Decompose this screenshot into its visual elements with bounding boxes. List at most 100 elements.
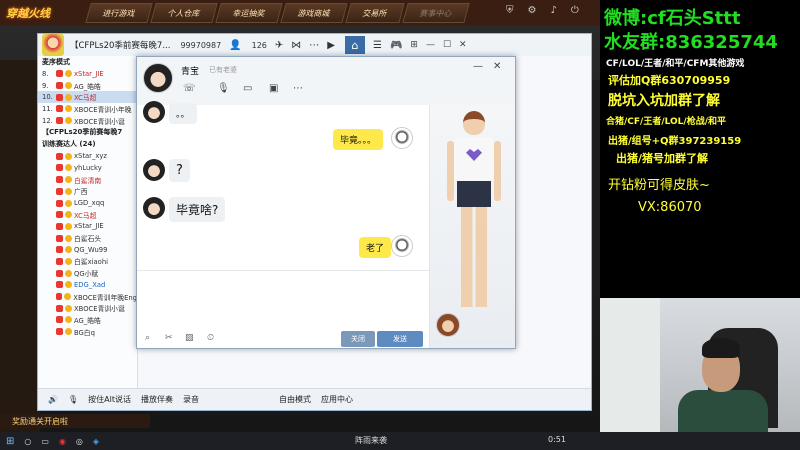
- member-name: xStar_xyz: [74, 152, 107, 161]
- member-row[interactable]: AG_皓皓: [38, 314, 137, 326]
- bottom-item-app-center[interactable]: 应用中心: [321, 394, 353, 405]
- member-row[interactable]: xStar_xyz: [38, 150, 137, 162]
- game-nav-lottery[interactable]: 幸运抽奖: [215, 3, 283, 23]
- clock-icon[interactable]: ⏲: [207, 333, 214, 343]
- member-row[interactable]: 广西: [38, 186, 137, 198]
- member-group-header[interactable]: 【CFPLs20季前赛每晚7: [38, 126, 137, 138]
- folder-icon[interactable]: ▭: [243, 83, 252, 94]
- member-row[interactable]: 8. xStar_JIE: [38, 68, 137, 80]
- shield-icon[interactable]: ⛨: [506, 5, 514, 16]
- member-row[interactable]: xStar_JIE: [38, 221, 137, 233]
- level-badge-icon: [65, 117, 72, 125]
- game-nav-mall[interactable]: 游戏商城: [280, 3, 348, 23]
- member-row[interactable]: 白鲨清南: [38, 174, 137, 186]
- mini-avatar[interactable]: [436, 313, 460, 337]
- level-badge-icon: [65, 269, 72, 277]
- weather-text[interactable]: 阵雨来袭: [355, 435, 387, 446]
- video-icon[interactable]: ▶: [327, 40, 335, 51]
- member-row[interactable]: 白鲨xiaohi: [38, 256, 137, 268]
- minimize-icon[interactable]: —: [473, 61, 483, 72]
- member-name: XC马超: [74, 94, 97, 103]
- member-row[interactable]: QG小赋: [38, 267, 137, 279]
- search-icon[interactable]: ○: [24, 437, 31, 446]
- member-row[interactable]: 白鲨石头: [38, 232, 137, 244]
- game-taskbar-icon[interactable]: ◉: [59, 437, 66, 446]
- vip-badge-icon: [56, 187, 63, 195]
- avatar-figure-shorts: [457, 181, 491, 207]
- level-badge-icon: [65, 199, 72, 207]
- game-nav-warehouse[interactable]: 个人仓库: [150, 3, 218, 23]
- member-row[interactable]: QG_Wu99: [38, 244, 137, 256]
- member-row[interactable]: 11. XBOCE青训小年晚: [38, 103, 137, 115]
- scissors-icon[interactable]: ✂: [165, 333, 173, 343]
- member-name: EDG_Xad: [74, 280, 106, 289]
- message-bubble: 毕竟。。。: [333, 129, 384, 150]
- vip-badge-icon: [56, 164, 63, 172]
- member-row[interactable]: EDG_Xad: [38, 279, 137, 291]
- level-badge-icon: [65, 82, 72, 90]
- contact-avatar[interactable]: [143, 63, 173, 93]
- member-row[interactable]: XBOCE青训年晚Eng: [38, 291, 137, 303]
- game-nav-trade[interactable]: 交易所: [345, 3, 405, 23]
- qq-taskbar-icon[interactable]: ◈: [93, 437, 99, 446]
- voice-call-icon[interactable]: ☏: [183, 83, 196, 94]
- overlay-services: 合猪/CF/王者/LOL/枪战/和平: [606, 117, 726, 127]
- mic-icon[interactable]: 🎙: [68, 395, 78, 404]
- close-icon[interactable]: ✕: [459, 40, 467, 50]
- screen-icon[interactable]: ▣: [269, 83, 278, 94]
- member-group-header[interactable]: 麦序模式: [38, 56, 137, 68]
- member-name: xStar_JIE: [74, 222, 104, 231]
- power-icon[interactable]: ⏻: [571, 5, 579, 16]
- bottom-item-alt-talk[interactable]: 按住Alt说话: [88, 394, 131, 405]
- more-icon[interactable]: ⋯: [309, 40, 319, 51]
- windows-start-icon[interactable]: ⊞: [6, 436, 14, 447]
- volume-icon[interactable]: 🔊: [48, 395, 58, 404]
- image-icon[interactable]: ▨: [185, 333, 194, 343]
- mic-icon[interactable]: 🎙: [217, 83, 230, 94]
- screenshot-icon[interactable]: ⌕: [145, 333, 150, 343]
- message-bubble: ?: [169, 159, 190, 182]
- member-index: 11.: [42, 104, 53, 113]
- member-row[interactable]: LGD_xqq: [38, 197, 137, 209]
- member-row[interactable]: 12. XBOCE青训小诞: [38, 115, 137, 127]
- member-group-header[interactable]: 训练赛达人 (24): [38, 138, 137, 150]
- level-badge-icon: [65, 164, 72, 172]
- bottom-item-free-mode[interactable]: 自由模式: [279, 394, 311, 405]
- member-row[interactable]: 10. XC马超: [38, 91, 137, 104]
- close-icon[interactable]: ✕: [493, 61, 501, 72]
- member-row[interactable]: XC马超: [38, 209, 137, 221]
- settings-icon[interactable]: ⚙: [528, 5, 537, 16]
- member-row[interactable]: BG白q: [38, 326, 137, 338]
- list-icon[interactable]: ☰: [373, 40, 382, 51]
- level-badge-icon: [64, 293, 72, 301]
- plane-icon[interactable]: ✈: [275, 40, 283, 51]
- member-row[interactable]: yhLucky: [38, 162, 137, 174]
- level-badge-icon: [65, 211, 72, 219]
- home-icon[interactable]: ⌂: [345, 36, 365, 54]
- member-row[interactable]: XBOCE青训小诞: [38, 302, 137, 314]
- bottom-item-accompany[interactable]: 播放伴奏: [141, 394, 173, 405]
- gamepad-icon[interactable]: 🎮: [390, 40, 402, 51]
- share-icon[interactable]: ⋈: [291, 40, 301, 51]
- send-button[interactable]: 发送: [377, 331, 423, 347]
- browser-taskbar-icon[interactable]: ◎: [76, 437, 83, 446]
- game-nav-play[interactable]: 进行游戏: [85, 3, 153, 23]
- close-button[interactable]: 关闭: [341, 331, 375, 347]
- bottom-item-record[interactable]: 录音: [183, 394, 199, 405]
- task-view-icon[interactable]: ▭: [41, 437, 49, 446]
- level-badge-icon: [65, 105, 72, 113]
- member-row[interactable]: 9. AG_皓皓: [38, 80, 137, 92]
- minimize-icon[interactable]: —: [426, 40, 435, 50]
- overlay-sell-text: 出猪/猪号加群了解: [616, 152, 709, 165]
- game-nav-events[interactable]: 赛事中心: [402, 3, 470, 23]
- maximize-icon[interactable]: ☐: [443, 40, 451, 50]
- pin-icon[interactable]: ⊞: [410, 40, 418, 50]
- music-icon[interactable]: ♪: [550, 5, 556, 16]
- more-icon[interactable]: ⋯: [293, 83, 303, 94]
- group-avatar[interactable]: [42, 34, 64, 56]
- overlay-join-text: 脱坑入坑加群了解: [608, 93, 720, 109]
- message-input[interactable]: ⌕ ✂ ▨ ⏲ 关闭 发送: [137, 270, 429, 348]
- level-badge-icon: [65, 328, 72, 336]
- vip-badge-icon: [56, 211, 63, 219]
- contact-status: 已有老婆: [209, 66, 237, 74]
